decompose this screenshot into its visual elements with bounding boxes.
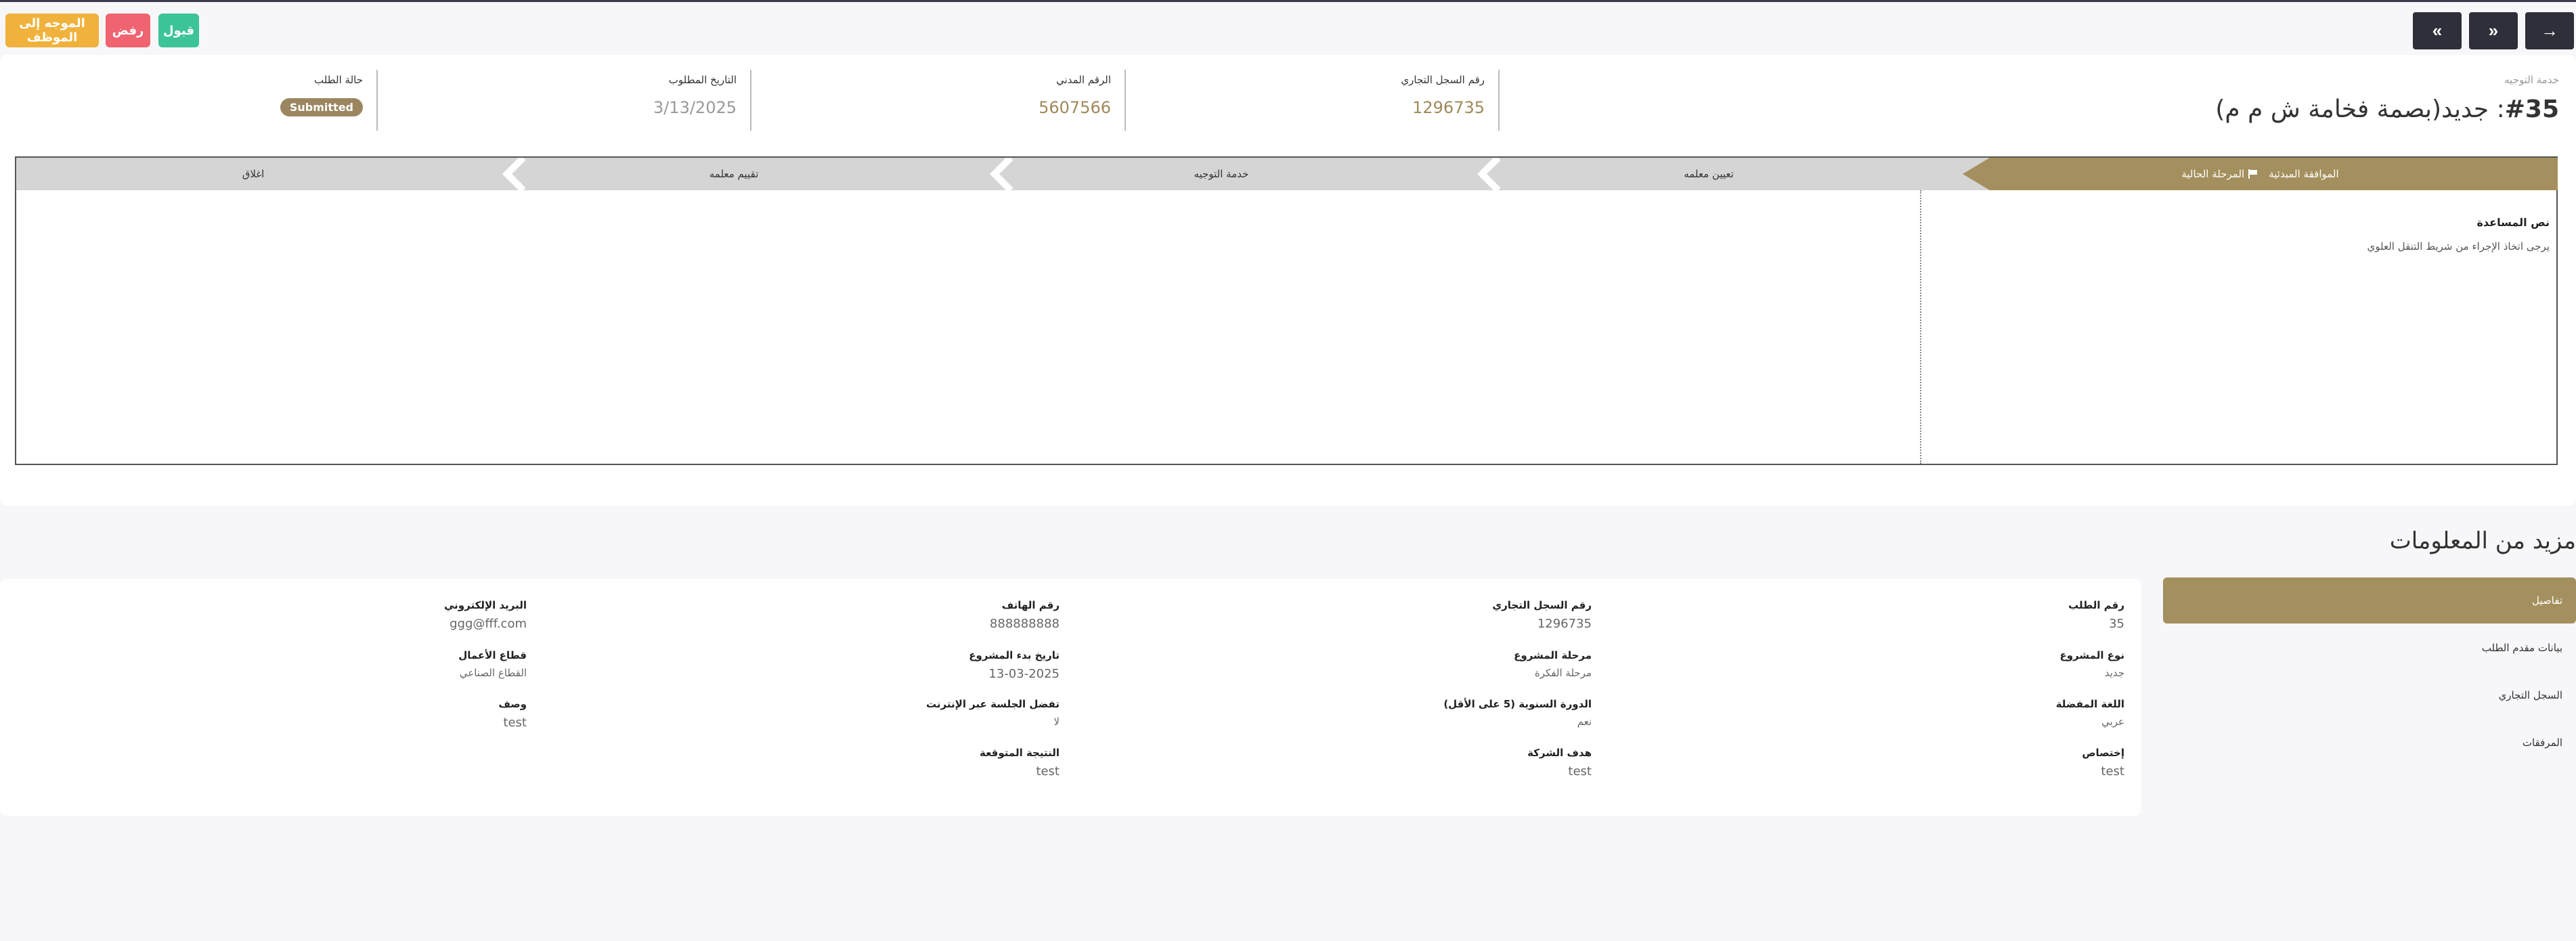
field-commercial-record: رقم السجل التجاري 1296735	[1118, 599, 1592, 631]
details-card: رقم الطلب 35 رقم السجل التجاري 1296735 رقم…	[0, 579, 2141, 816]
field-preferred-language: اللغة المفضلة عربي	[1651, 698, 2124, 728]
stage-separator-icon	[989, 158, 1013, 190]
field-value: ggg@fff.com	[450, 617, 527, 631]
stage-mentor-evaluation[interactable]: تقييم معلمه	[497, 158, 971, 190]
tab-details[interactable]: تفاصيل	[2163, 577, 2576, 623]
info-label: رقم السجل التجاري	[1401, 74, 1485, 86]
field-label: النتيجة المتوقعة	[979, 747, 1060, 759]
field-request-number: رقم الطلب 35	[1651, 599, 2124, 631]
accept-button[interactable]: قبول	[158, 14, 199, 47]
field-label: رقم الهاتف	[1001, 599, 1060, 611]
field-company-goal: هدف الشركة test	[1118, 747, 1592, 779]
stage-label: تقييم معلمه	[709, 168, 759, 180]
tab-applicant-data[interactable]: بيانات مقدم الطلب	[2163, 625, 2576, 671]
field-phone: رقم الهاتف 888888888	[586, 599, 1060, 631]
field-value: القطاع الصناعي	[459, 667, 527, 679]
field-label: رقم الطلب	[2068, 599, 2124, 611]
help-text: يرجى اتخاذ الإجراء من شريط التنقل العلوي	[2367, 240, 2550, 253]
field-value: مرحلة الفكرة	[1534, 667, 1592, 679]
stage-current-label: المرحلة الحالية	[2181, 168, 2245, 180]
reject-button[interactable]: رفض	[106, 14, 150, 47]
flag-icon	[2248, 169, 2258, 179]
next-record-button[interactable]: »	[2469, 12, 2518, 49]
info-label: حالة الطلب	[314, 74, 363, 86]
info-civil-number: الرقم المدني 5607566	[760, 70, 1126, 131]
field-expected-result: النتيجة المتوقعة test	[586, 747, 1060, 779]
field-label: إختصاص	[2082, 747, 2124, 759]
assign-to-employee-button[interactable]: الموجه إلى الموظف	[5, 14, 99, 47]
request-number: #35	[2504, 95, 2559, 123]
field-value: جديد	[2104, 667, 2124, 679]
stage-separator-icon	[1477, 158, 1501, 190]
tab-commercial-record[interactable]: السجل التجاري	[2163, 672, 2576, 718]
field-description: وصف test	[53, 698, 527, 730]
service-label: خدمة التوجيه	[2504, 74, 2559, 86]
field-online-session: تفضل الجلسة عبر الإنترنت لا	[586, 698, 1060, 728]
stage-separator-icon	[502, 158, 526, 190]
field-value: 35	[2109, 617, 2124, 631]
stage-body-divider	[1920, 190, 1921, 464]
field-label: مرحلة المشروع	[1514, 649, 1592, 661]
stage-label: اغلاق	[242, 168, 265, 180]
info-value: 5607566	[1039, 98, 1111, 117]
field-value: 888888888	[989, 617, 1060, 631]
field-project-start-date: تاريخ بدء المشروع 13-03-2025	[586, 649, 1060, 681]
field-annual-cycle: الدورة السنوية (5 على الأقل) نعم	[1118, 698, 1592, 728]
field-value: test	[2101, 764, 2124, 779]
field-value: 13-03-2025	[988, 667, 1060, 681]
field-label: الدورة السنوية (5 على الأقل)	[1443, 698, 1592, 710]
top-toolbar: → » « قبول رفض الموجه إلى الموظف	[0, 9, 2576, 49]
field-project-stage: مرحلة المشروع مرحلة الفكرة	[1118, 649, 1592, 679]
previous-record-button[interactable]: «	[2413, 12, 2462, 49]
stage-label: الموافقة المبدئية	[2269, 168, 2339, 180]
field-label: وصف	[498, 698, 527, 710]
stage-assign-mentor[interactable]: تعيين معلمه	[1472, 158, 1946, 190]
field-specialization: إختصاص test	[1651, 747, 2124, 779]
field-label: رقم السجل التجاري	[1492, 599, 1592, 611]
field-value: test	[1036, 764, 1060, 779]
stage-close[interactable]: اغلاق	[16, 158, 490, 190]
field-label: تفضل الجلسة عبر الإنترنت	[926, 698, 1060, 710]
status-badge: Submitted	[280, 98, 363, 116]
field-value: عربي	[2101, 716, 2124, 728]
stage-label: خدمة التوجيه	[1194, 168, 1249, 180]
field-value: نعم	[1577, 716, 1592, 728]
stage-initial-approval[interactable]: المرحلة الحالية الموافقة المبدئية	[1963, 158, 2558, 190]
field-email: البريد الإلكتروني ggg@fff.com	[53, 599, 527, 631]
field-label: اللغة المفضلة	[2055, 698, 2124, 710]
field-business-sector: قطاع الأعمال القطاع الصناعي	[53, 649, 527, 679]
info-commercial-record: رقم السجل التجاري 1296735	[1134, 70, 1500, 131]
more-info-title: مزيد من المعلومات	[2389, 527, 2576, 554]
field-project-type: نوع المشروع جديد	[1651, 649, 2124, 679]
info-value: 1296735	[1412, 98, 1485, 117]
info-label: الرقم المدني	[1056, 74, 1111, 86]
field-label: البريد الإلكتروني	[444, 599, 527, 611]
field-label: تاريخ بدء المشروع	[969, 649, 1060, 661]
field-value: لا	[1053, 716, 1060, 728]
workflow-stages: المرحلة الحالية الموافقة المبدئية تعيين …	[15, 156, 2558, 465]
arrow-right-icon[interactable]: →	[2525, 12, 2574, 49]
info-requested-date: التاريخ المطلوب 3/13/2025	[386, 70, 751, 131]
stage-guidance-service[interactable]: خدمة التوجيه	[984, 158, 1458, 190]
help-title: نص المساعدة	[2476, 216, 2550, 229]
field-label: هدف الشركة	[1527, 747, 1592, 759]
page-title: #35: جديد(بصمة فخامة ش م م)	[2215, 95, 2559, 123]
field-value: test	[503, 716, 527, 730]
request-title-text: : جديد(بصمة فخامة ش م م)	[2215, 95, 2505, 123]
details-tabs: تفاصيل بيانات مقدم الطلب السجل التجاري ا…	[2163, 577, 2576, 767]
stage-label: تعيين معلمه	[1684, 168, 1734, 180]
field-label: نوع المشروع	[2059, 649, 2124, 661]
field-value: test	[1568, 764, 1592, 779]
info-request-status: حالة الطلب Submitted	[12, 70, 378, 131]
info-value: 3/13/2025	[653, 98, 737, 117]
field-label: قطاع الأعمال	[458, 649, 527, 661]
info-label: التاريخ المطلوب	[668, 74, 737, 86]
tab-attachments[interactable]: المرفقات	[2163, 720, 2576, 766]
field-value: 1296735	[1537, 617, 1592, 631]
request-summary-card: خدمة التوجيه #35: جديد(بصمة فخامة ش م م)…	[0, 55, 2576, 506]
